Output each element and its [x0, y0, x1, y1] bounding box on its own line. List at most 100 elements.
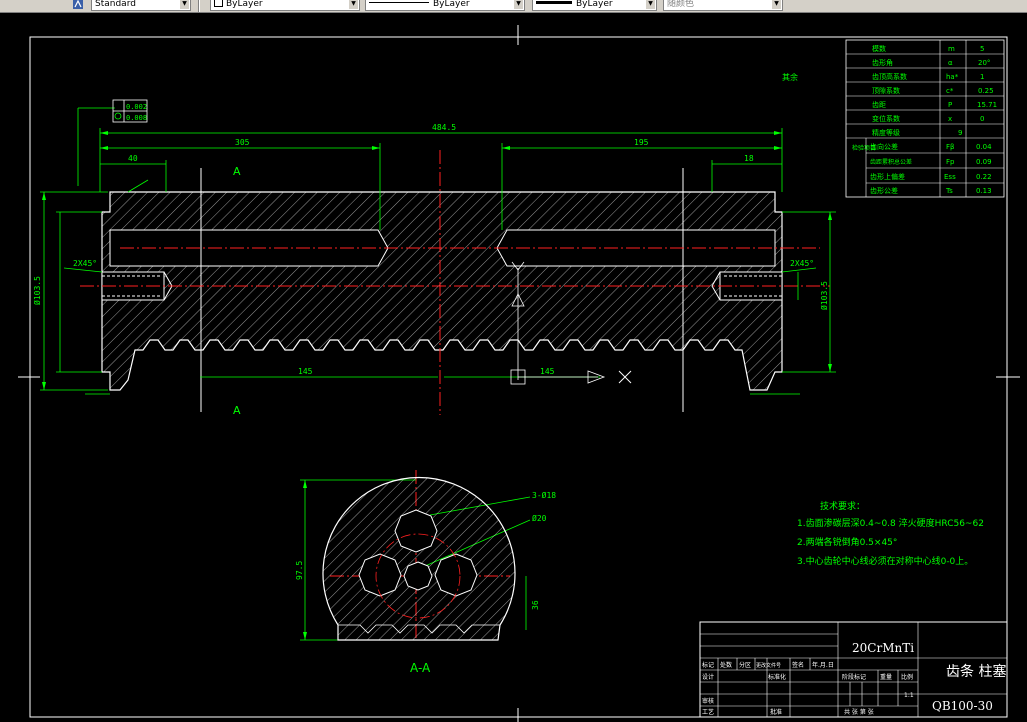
dim-overall: 484.5 [432, 123, 456, 132]
checkbox-icon [214, 0, 223, 7]
linetype-dropdown[interactable]: ByLayer ▼ [365, 0, 525, 11]
tolerance-value-1: 0.002 [126, 103, 147, 111]
gear-parameter-table: 模数 m 5 齿形角 α 20° 齿顶高系数 ha* 1 顶隙系数 c* 0.2… [845, 39, 1005, 198]
layer-dropdown[interactable]: ByLayer ▼ [210, 0, 360, 11]
param-val-5: 15.71 [977, 101, 997, 109]
dim-hole-label: 3-Ø18 [532, 490, 556, 500]
check-val-2: 0.09 [976, 158, 992, 166]
hole-top [394, 509, 438, 553]
lineweight-value: ByLayer [576, 0, 613, 9]
hole-right [434, 553, 478, 597]
check-val-1: 0.04 [976, 143, 992, 151]
tb-ratio: 比例 [901, 673, 913, 681]
param-name-6: 变位系数 [872, 114, 900, 123]
check-sym-1: Fβ [946, 143, 955, 151]
section-body [322, 476, 516, 641]
layer-value: ByLayer [226, 0, 263, 9]
tb-stage-mark: 阶段标记 [842, 673, 866, 681]
dim-right-len: 195 [634, 138, 649, 147]
chevron-down-icon: ▼ [349, 0, 358, 9]
check-name-3: 齿形上偏差 [870, 172, 905, 181]
param-sym-6: x [948, 115, 952, 123]
lineweight-dropdown[interactable]: ByLayer ▼ [532, 0, 657, 11]
param-name-1: 模数 [872, 44, 886, 53]
tech-req-item-2: 2.两端各锐倒角0.5×45° [797, 536, 897, 548]
check-name-2: 齿距累积总公差 [870, 158, 912, 166]
linetype-sample-icon [369, 2, 429, 3]
technical-requirements: 技术要求： 1.齿面渗碳层深0.4~0.8 淬火硬度HRC56~62 2.两端各… [797, 500, 984, 567]
param-sym-4: c* [946, 87, 954, 95]
dim-rack-right: 145 [540, 367, 555, 376]
chevron-down-icon: ▼ [180, 0, 189, 9]
crosshair-cursor [618, 370, 632, 384]
linetype-value: ByLayer [433, 0, 470, 9]
param-name-5: 齿距 [872, 101, 886, 109]
check-sym-3: Ess [944, 173, 956, 181]
param-val-3: 1 [980, 73, 984, 81]
drawing-canvas[interactable]: 484.5 305 195 40 18 145 145 2X45° 2X45° … [0, 13, 1027, 722]
param-name-4: 顶隙系数 [872, 86, 900, 95]
tb-scale: 1:1 [904, 692, 914, 699]
chevron-down-icon: ▼ [646, 0, 655, 9]
tb-design: 设计 [702, 673, 714, 681]
tb-material: 20CrMnTi [852, 641, 914, 655]
tolerance-frame: 0.002 0.008 [112, 99, 148, 123]
tb-mark: 标记 [702, 661, 714, 669]
title-block: 标记 处数 分区 更改文件号 签名 年.月.日 设计 标准化 阶段标记 重量 比… [699, 621, 1008, 718]
hole-center [403, 561, 433, 591]
plot-style-dropdown[interactable]: 随颜色 ▼ [663, 0, 783, 11]
tb-process: 工艺 [702, 708, 714, 716]
dim-chamfer-left: 2X45° [73, 259, 97, 268]
tech-req-item-3: 3.中心齿轮中心线必须在对称中心线0-0上。 [797, 555, 973, 567]
dim-height-left: Ø103.5 [32, 276, 42, 305]
check-val-3: 0.22 [976, 173, 992, 181]
dim-section-height: 97.5 [295, 561, 304, 580]
param-val-7: 9 [958, 129, 962, 137]
roughness-note: 其余 [782, 72, 798, 82]
tb-count: 处数 [720, 661, 732, 669]
dim-chamfer-right: 2X45° [790, 259, 814, 268]
hole-left [358, 553, 402, 597]
frame-center-marks [18, 25, 1020, 722]
tb-sign: 签名 [792, 661, 804, 669]
tb-part-name: 齿条 柱塞 [946, 663, 1006, 680]
param-val-2: 20° [978, 59, 990, 67]
plot-style-value: 随颜色 [667, 0, 695, 9]
rack-body-hatched [101, 191, 783, 391]
properties-toolbar: Standard ▼ ByLayer ▼ ByLayer ▼ ByLayer ▼… [0, 0, 1027, 13]
tb-drawing-no: QB100-30 [932, 699, 993, 713]
chevron-down-icon: ▼ [514, 0, 523, 9]
dim-center-hole: Ø20 [532, 513, 547, 523]
rack-main-view [101, 168, 783, 412]
text-style-icon[interactable] [72, 0, 84, 10]
dim-right-end: 18 [744, 154, 754, 163]
tb-approve: 批准 [770, 708, 782, 716]
text-style-dropdown[interactable]: Standard ▼ [91, 0, 191, 11]
param-name-2: 齿形角 [872, 58, 893, 67]
check-sym-2: Fp [946, 158, 955, 166]
param-name-3: 齿顶高系数 [872, 72, 907, 81]
tb-zone: 分区 [739, 661, 751, 669]
lineweight-sample-icon [536, 1, 572, 4]
dim-left-end: 40 [128, 154, 138, 163]
param-sym-5: P [948, 101, 952, 109]
check-name-4: 齿形公差 [870, 186, 898, 195]
param-sym-1: m [948, 45, 955, 53]
param-sym-2: α [948, 59, 953, 67]
tolerance-value-2: 0.008 [126, 114, 147, 122]
tb-date: 年.月.日 [812, 661, 834, 669]
section-aa-view [322, 476, 516, 641]
check-sym-4: Ts [945, 187, 953, 195]
tb-weight: 重量 [880, 673, 892, 681]
tb-change-doc: 更改文件号 [756, 662, 781, 669]
tb-standardize: 标准化 [768, 673, 786, 681]
dim-height-right: Ø103.5 [819, 281, 829, 310]
text-style-value: Standard [95, 0, 136, 9]
toolbar-separator [198, 0, 200, 12]
tb-review: 审核 [702, 697, 714, 705]
tb-sheets: 共 张 第 张 [844, 708, 874, 716]
param-name-7: 精度等级 [872, 128, 900, 137]
tech-req-title: 技术要求： [820, 500, 865, 512]
section-label-bottom: A [233, 404, 241, 417]
chevron-down-icon: ▼ [772, 0, 781, 9]
